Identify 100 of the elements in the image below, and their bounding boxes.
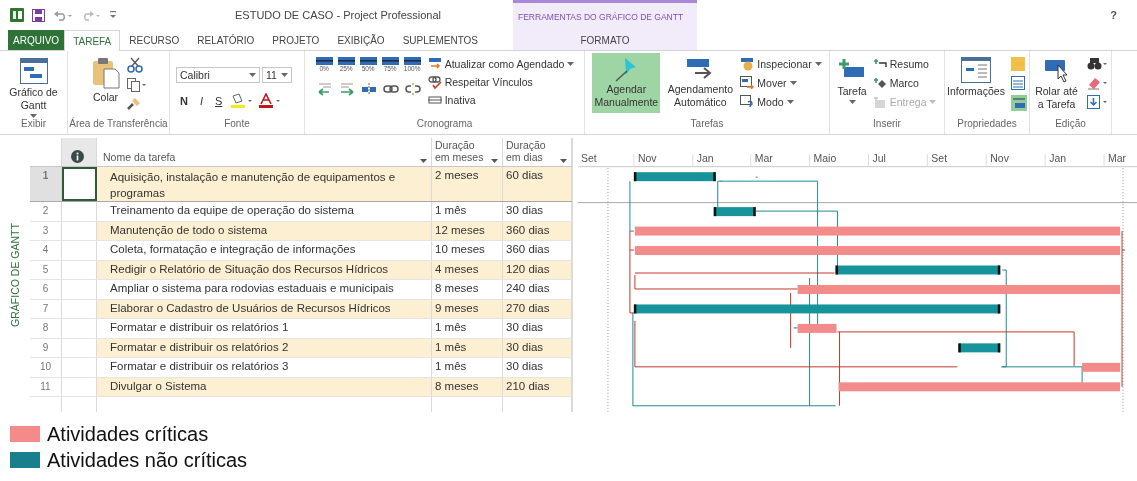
ribbon-tab[interactable]: EXIBIÇÃO bbox=[328, 30, 394, 50]
schedule-command[interactable]: Atualizar como Agendado bbox=[444, 58, 565, 70]
underline-button[interactable]: S bbox=[211, 94, 227, 107]
format-painter-icon[interactable] bbox=[126, 97, 141, 111]
dropdown-caret-icon[interactable] bbox=[567, 62, 575, 66]
customize-menu-icon[interactable] bbox=[109, 10, 117, 20]
row-number[interactable]: 7 bbox=[42, 302, 49, 314]
filter-caret-icon[interactable] bbox=[491, 159, 498, 163]
group-label: Exibir bbox=[20, 118, 47, 131]
move-icon[interactable] bbox=[740, 76, 755, 90]
task-name: Coleta, formatação e integração de informações bbox=[110, 243, 356, 255]
save-icon[interactable] bbox=[32, 8, 45, 22]
column-header[interactable]: Duração em meses bbox=[435, 139, 485, 163]
row-number[interactable]: 11 bbox=[40, 380, 51, 392]
ribbon-tab[interactable]: SUPLEMENTOS bbox=[393, 30, 488, 50]
dropdown-caret-icon[interactable] bbox=[30, 113, 37, 118]
task-bar-icon bbox=[403, 57, 421, 65]
respect-links-icon[interactable] bbox=[427, 75, 442, 89]
ribbon-tab[interactable]: TAREFA bbox=[64, 30, 121, 51]
row-number[interactable]: 6 bbox=[42, 283, 49, 294]
paste-button[interactable]: Colar bbox=[92, 91, 119, 104]
dropdown-caret-icon[interactable] bbox=[281, 72, 288, 77]
eraser-icon[interactable] bbox=[1086, 76, 1109, 90]
split-task-icon[interactable] bbox=[360, 82, 377, 96]
row-number[interactable]: 5 bbox=[42, 263, 49, 275]
binoculars-icon[interactable] bbox=[1086, 57, 1109, 71]
information-button[interactable]: Informações bbox=[947, 85, 1005, 98]
column-header[interactable]: Nome da tarefa bbox=[103, 151, 176, 163]
link-icon[interactable] bbox=[382, 82, 399, 96]
dropdown-caret-icon[interactable] bbox=[814, 62, 822, 66]
view-label: GRÁFICO DE GANTT bbox=[9, 223, 21, 327]
row-number[interactable]: 10 bbox=[39, 361, 52, 372]
inspect-icon[interactable] bbox=[740, 57, 755, 71]
fill-color-icon[interactable] bbox=[230, 92, 255, 109]
paste-icon[interactable] bbox=[90, 57, 121, 89]
help-button[interactable]: ? bbox=[1104, 8, 1123, 22]
task-bar[interactable] bbox=[958, 343, 1001, 353]
milestone-icon[interactable] bbox=[872, 76, 887, 90]
column-header[interactable]: Duração em dias bbox=[506, 139, 556, 163]
font-size-field[interactable]: 11 bbox=[262, 66, 292, 83]
cut-icon[interactable] bbox=[126, 57, 143, 73]
dropdown-caret-icon[interactable] bbox=[786, 100, 794, 104]
update-schedule-icon[interactable] bbox=[427, 57, 442, 71]
ribbon-tab[interactable]: FORMATO bbox=[571, 30, 639, 50]
details-icon[interactable] bbox=[1010, 76, 1025, 90]
mode-icon[interactable] bbox=[740, 95, 755, 109]
duration-days: 120 dias bbox=[506, 262, 550, 275]
task-bar-icon bbox=[381, 57, 399, 65]
row-number[interactable]: 1 bbox=[42, 170, 49, 181]
dropdown-caret-icon[interactable] bbox=[848, 100, 856, 104]
filter-caret-icon[interactable] bbox=[560, 159, 567, 163]
unlink-icon[interactable] bbox=[404, 82, 421, 96]
file-tab[interactable]: ARQUIVO bbox=[8, 30, 65, 50]
ribbon-tab[interactable]: RECURSO bbox=[120, 30, 189, 50]
duration-days: 30 dias bbox=[506, 360, 544, 372]
task-command[interactable]: Inspecionar bbox=[757, 58, 812, 70]
scroll-to-task-icon[interactable] bbox=[1043, 57, 1070, 83]
row-number[interactable]: 8 bbox=[42, 322, 49, 333]
duration-days: 30 dias bbox=[506, 204, 544, 216]
information-icon[interactable] bbox=[961, 57, 991, 83]
row-number[interactable]: 2 bbox=[42, 205, 49, 216]
fill-down-icon[interactable] bbox=[1086, 95, 1109, 109]
schedule-mode-button[interactable]: Agendar Manualmente bbox=[592, 53, 661, 113]
insert-task-button[interactable]: Tarefa bbox=[837, 85, 867, 98]
filter-caret-icon[interactable] bbox=[420, 159, 427, 163]
dropdown-caret-icon[interactable] bbox=[789, 81, 797, 85]
italic-button[interactable]: I bbox=[195, 94, 207, 107]
task-bar[interactable] bbox=[713, 207, 756, 217]
font-color-icon[interactable] bbox=[258, 92, 283, 109]
duration-days: 270 dias bbox=[506, 301, 550, 314]
row-number[interactable]: 3 bbox=[42, 224, 49, 236]
ribbon-tab[interactable]: RELATÓRIO bbox=[188, 30, 264, 50]
schedule-command[interactable]: Respeitar Vínculos bbox=[444, 76, 533, 88]
gantt-chart-button[interactable]: Gráfico de Gantt bbox=[1, 85, 66, 112]
group-label: Edição bbox=[1054, 118, 1087, 131]
row-number[interactable]: 9 bbox=[42, 341, 49, 353]
task-command[interactable]: Modo bbox=[757, 96, 784, 108]
dropdown-caret-icon[interactable] bbox=[249, 72, 256, 77]
insert-command[interactable]: Resumo bbox=[889, 58, 929, 70]
undo-icon[interactable] bbox=[53, 9, 73, 21]
duration-days: 210 dias bbox=[506, 379, 550, 392]
insert-command[interactable]: Marco bbox=[889, 77, 919, 89]
row-number[interactable]: 4 bbox=[42, 244, 49, 255]
outdent-icon[interactable] bbox=[316, 82, 333, 96]
schedule-mode-button[interactable]: Agendamento Automático bbox=[666, 53, 735, 113]
task-bar-icon bbox=[359, 57, 377, 65]
gantt-chart-icon[interactable] bbox=[19, 57, 48, 84]
task-bar[interactable] bbox=[633, 172, 716, 182]
active-cell[interactable] bbox=[62, 167, 97, 201]
scroll-to-task-button[interactable]: Rolar até a Tarefa bbox=[1032, 85, 1081, 111]
schedule-command[interactable]: Inativa bbox=[444, 94, 476, 106]
copy-icon[interactable] bbox=[126, 78, 147, 92]
duration-months: 8 meses bbox=[435, 282, 479, 294]
add-timeline-icon[interactable] bbox=[1010, 95, 1027, 111]
indent-icon[interactable] bbox=[338, 82, 355, 96]
ribbon-tab[interactable]: PROJETO bbox=[263, 30, 329, 50]
font-name-field[interactable]: Calibri bbox=[176, 66, 260, 83]
task-command[interactable]: Mover bbox=[757, 77, 787, 89]
bold-button[interactable]: N bbox=[176, 94, 192, 107]
task-name: Manutenção de todo o sistema bbox=[110, 223, 268, 236]
